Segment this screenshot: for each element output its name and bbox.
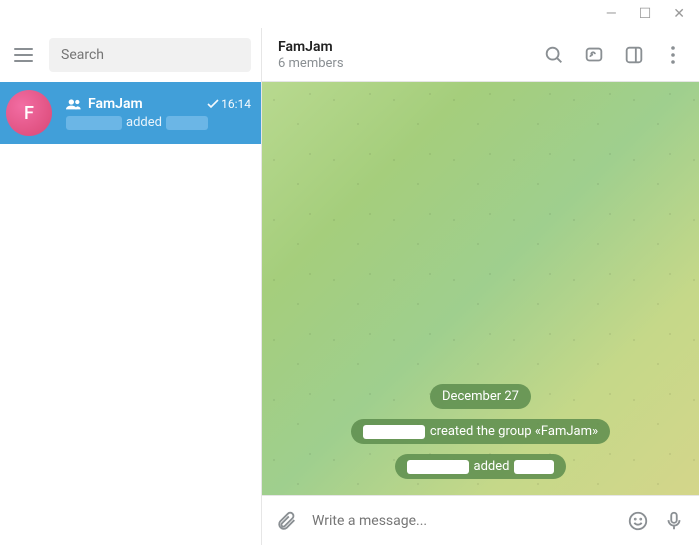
window-minimize[interactable]: — (606, 6, 617, 22)
message-composer (262, 495, 699, 545)
emoji-icon[interactable] (627, 510, 649, 532)
attach-icon[interactable] (276, 510, 298, 532)
window-maximize[interactable]: ☐ (639, 6, 652, 22)
window-close[interactable]: ✕ (673, 6, 685, 22)
voice-icon[interactable] (663, 510, 685, 532)
chat-messages[interactable]: December 27 created the group «FamJam» a… (262, 82, 699, 495)
check-icon (207, 99, 219, 109)
chat-list-item[interactable]: F FamJam 16:14 added (0, 82, 261, 144)
chat-item-time: 16:14 (207, 97, 251, 111)
chat-item-preview: added (66, 115, 251, 130)
avatar: F (6, 90, 52, 136)
side-panel-icon[interactable] (623, 44, 645, 66)
redacted-name (363, 425, 425, 439)
chat-header-actions (543, 44, 683, 66)
date-separator: December 27 (430, 384, 531, 409)
message-input[interactable] (312, 513, 613, 529)
chat-item-name: FamJam (66, 96, 143, 112)
redacted-name (66, 116, 122, 130)
group-icon (66, 98, 82, 110)
menu-button[interactable] (10, 41, 37, 69)
sidebar: F FamJam 16:14 added (0, 28, 262, 545)
redacted-name (514, 460, 554, 474)
search-input[interactable] (49, 38, 251, 72)
sidebar-header (0, 28, 261, 82)
window-titlebar: — ☐ ✕ (0, 0, 699, 28)
search-icon[interactable] (543, 44, 565, 66)
redacted-name (166, 116, 208, 130)
service-message-added: added (395, 454, 567, 479)
more-icon[interactable] (663, 44, 683, 66)
main-layout: F FamJam 16:14 added (0, 28, 699, 545)
chat-title: FamJam (278, 39, 543, 55)
chat-item-info: FamJam 16:14 added (66, 96, 251, 130)
chat-panel: FamJam 6 members December 27 (262, 28, 699, 545)
service-message-created: created the group «FamJam» (351, 419, 610, 444)
chat-subtitle: 6 members (278, 56, 543, 71)
redacted-name (407, 460, 469, 474)
live-stream-icon[interactable] (583, 44, 605, 66)
chat-header-info[interactable]: FamJam 6 members (278, 39, 543, 71)
chat-header: FamJam 6 members (262, 28, 699, 82)
